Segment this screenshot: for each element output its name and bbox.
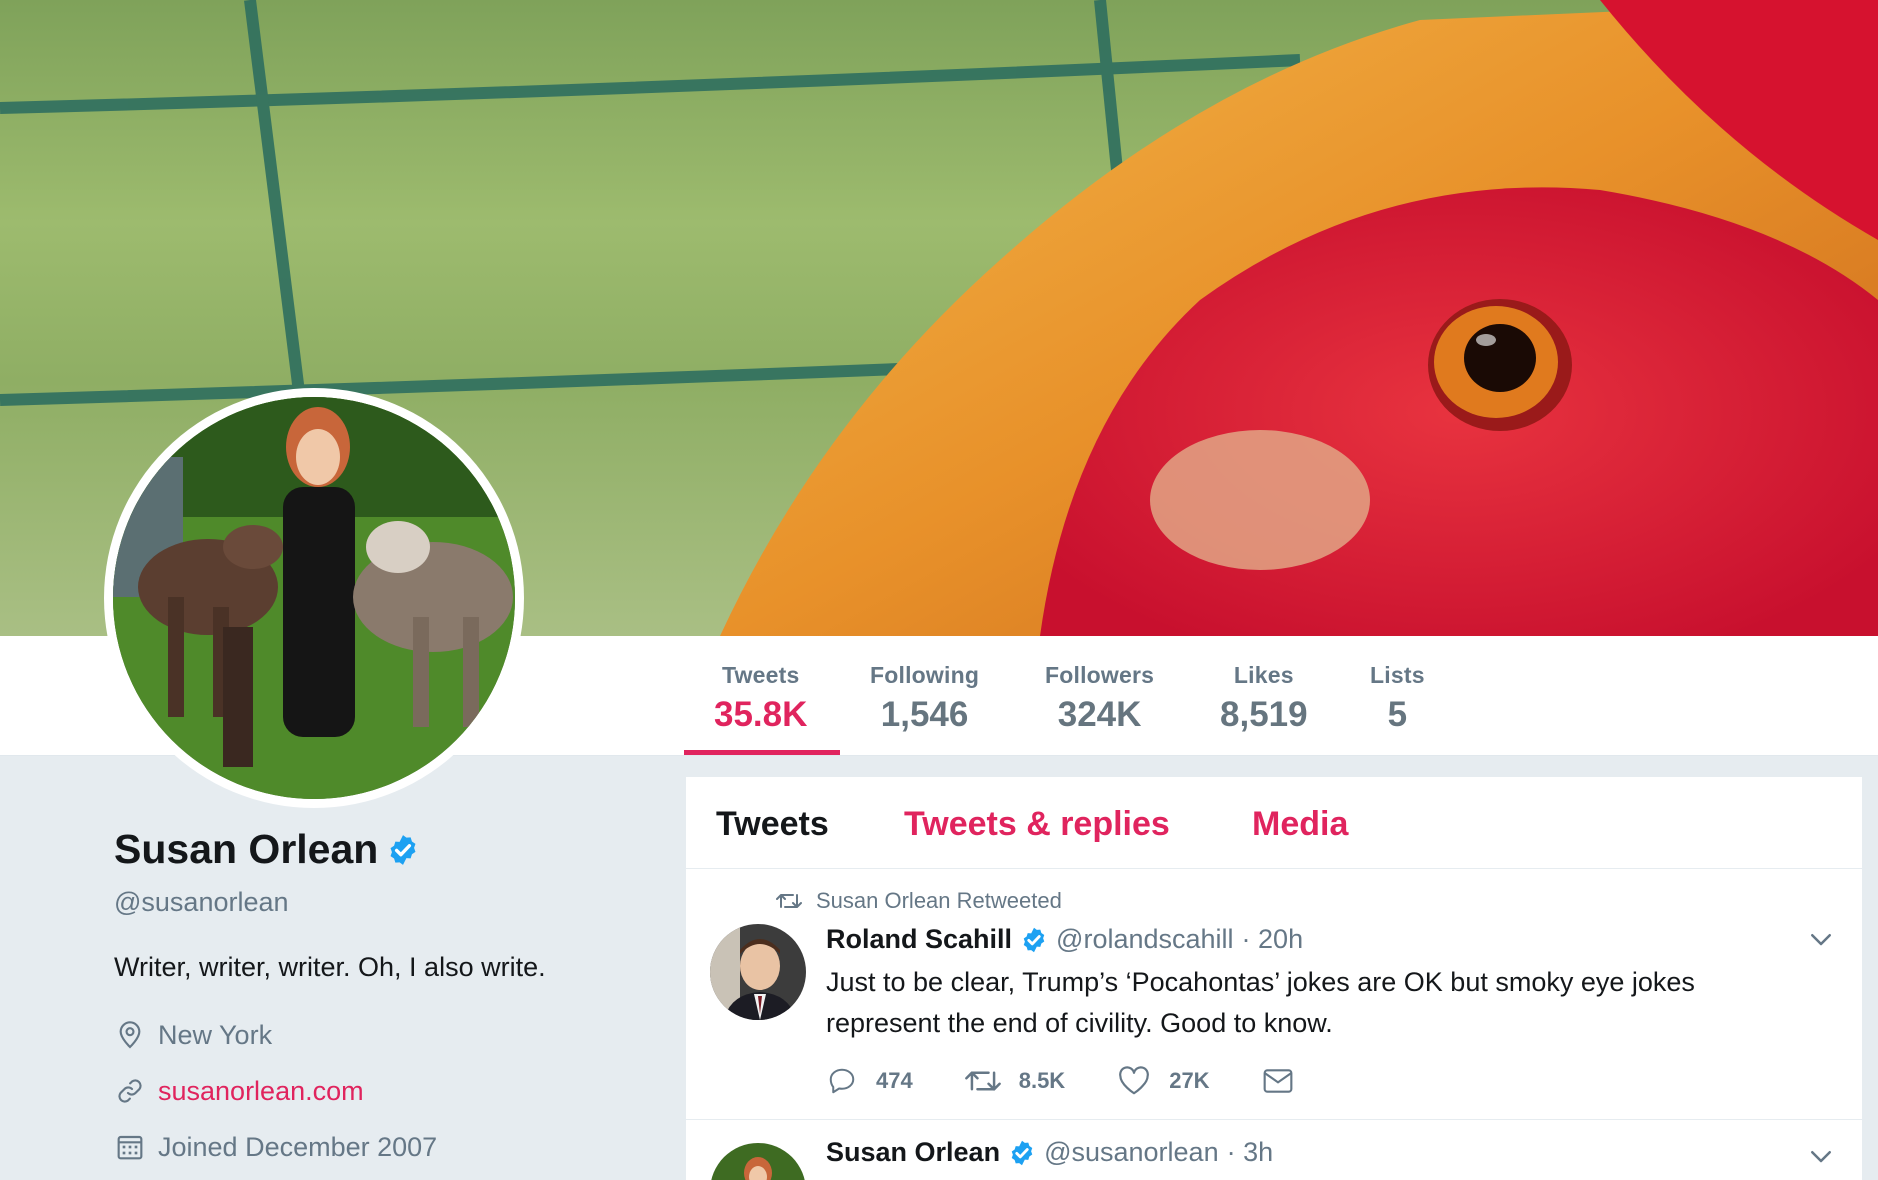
stat-label: Tweets [721, 662, 800, 688]
stat-value: 35.8K [714, 695, 808, 734]
retweet-action[interactable]: 8.5K [964, 1066, 1066, 1096]
verified-badge-icon [1023, 927, 1045, 952]
calendar-icon [117, 1135, 143, 1160]
like-count: 27K [1169, 1068, 1210, 1093]
stat-label: Followers [1045, 662, 1155, 688]
retweet-count: 8.5K [1018, 1068, 1066, 1093]
envelope-icon [1263, 1069, 1292, 1093]
stat-value: 5 [1387, 695, 1408, 734]
like-action[interactable]: 27K [1117, 1066, 1210, 1096]
tweet-author-name[interactable]: Roland Scahill [826, 924, 1012, 955]
avatar-photo [113, 397, 515, 799]
link-icon [118, 1079, 142, 1103]
stat-label: Following [870, 662, 980, 688]
retweet-context: Susan Orlean Retweeted [776, 888, 1062, 914]
verified-badge-icon [390, 834, 416, 865]
chevron-down-icon[interactable] [1806, 924, 1836, 954]
tweet-header: Susan Orlean @susanorlean · 3h [826, 1137, 1273, 1168]
retweet-icon [964, 1071, 1001, 1091]
reply-action[interactable]: 474 [826, 1066, 913, 1096]
profile-avatar[interactable] [104, 388, 524, 808]
joined-text: Joined December 2007 [158, 1131, 438, 1162]
profile-location: New York [114, 1017, 674, 1053]
retweet-context-text[interactable]: Susan Orlean Retweeted [816, 888, 1062, 914]
verified-badge-icon [1011, 1140, 1033, 1165]
tweet-author-avatar[interactable] [710, 1143, 806, 1180]
profile-website: susanorlean.com [114, 1073, 674, 1109]
stat-value: 324K [1057, 695, 1142, 734]
tweet-author-handle[interactable]: @susanorlean [1044, 1137, 1219, 1168]
tweet-text: Just to be clear, Trump’s ‘Pocahontas’ j… [826, 967, 1695, 1038]
retweet-icon [776, 894, 802, 908]
profile-joined: Joined December 2007 [114, 1129, 674, 1165]
profile-card: Susan Orlean @susanorlean Writer, writer… [114, 826, 674, 1165]
heart-icon [1119, 1066, 1150, 1095]
profile-handle[interactable]: @susanorlean [114, 887, 674, 918]
tweet-author-avatar[interactable] [710, 924, 806, 1020]
tab-media[interactable]: Media [1252, 805, 1348, 844]
stat-likes[interactable]: Likes 8,519 [1220, 662, 1308, 735]
reply-count: 474 [876, 1068, 913, 1093]
stat-tweets[interactable]: Tweets 35.8K [714, 662, 807, 735]
website-link[interactable]: susanorlean.com [158, 1076, 364, 1107]
reply-icon [829, 1068, 855, 1094]
tab-tweets[interactable]: Tweets [716, 805, 829, 844]
tweet-author-name[interactable]: Susan Orlean [826, 1137, 1000, 1168]
stat-followers[interactable]: Followers 324K [1045, 662, 1154, 735]
tweet-header: Roland Scahill @rolandscahill · 20h [826, 924, 1303, 955]
tab-tweets-and-replies[interactable]: Tweets & replies [904, 805, 1170, 844]
active-stat-underline [684, 750, 840, 755]
timeline-tabs: Tweets Tweets & replies Media [686, 777, 1862, 869]
stat-label: Likes [1233, 662, 1294, 688]
stat-value: 8,519 [1220, 695, 1308, 734]
profile-bio: Writer, writer, writer. Oh, I also write… [114, 952, 546, 982]
stat-lists[interactable]: Lists 5 [1370, 662, 1425, 735]
location-text: New York [158, 1019, 273, 1050]
tweet-author-handle[interactable]: @rolandscahill [1056, 924, 1234, 955]
timeline: Tweets Tweets & replies Media Susan Orle… [686, 777, 1862, 1180]
tweet-actions: 474 8.5K 27K [826, 1066, 1364, 1096]
tweet[interactable]: Susan Orlean @susanorlean · 3h [686, 1121, 1862, 1180]
stat-following[interactable]: Following 1,546 [870, 662, 979, 735]
tweet-timestamp[interactable]: · 20h [1242, 924, 1304, 955]
location-pin-icon [119, 1021, 141, 1049]
tweet[interactable]: Susan Orlean Retweeted Roland Scahill @r… [686, 870, 1862, 1120]
chevron-down-icon[interactable] [1806, 1141, 1836, 1171]
stat-label: Lists [1370, 662, 1425, 688]
tweet-timestamp[interactable]: · 3h [1227, 1137, 1274, 1168]
direct-message-action[interactable] [1262, 1067, 1312, 1095]
profile-name[interactable]: Susan Orlean [114, 826, 378, 873]
stat-value: 1,546 [880, 695, 969, 734]
